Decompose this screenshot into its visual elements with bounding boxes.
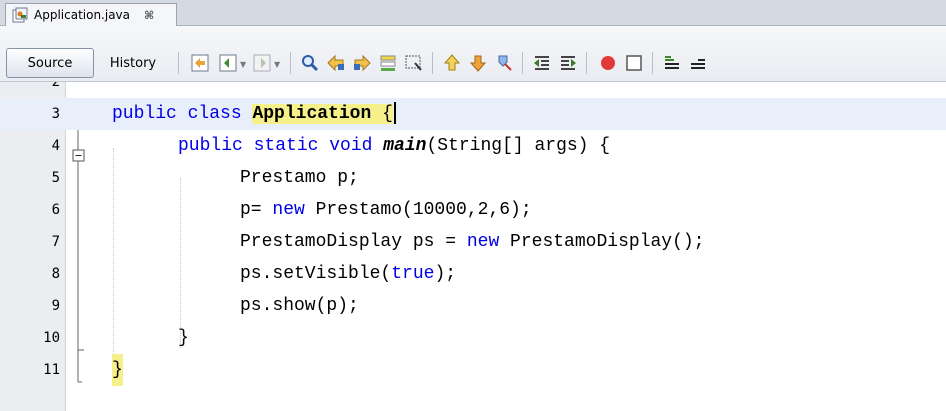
line-number: 7: [51, 234, 60, 250]
line-number: 5: [51, 170, 60, 186]
code-text: (String[] args) {: [426, 136, 611, 156]
code-keyword: public static void: [178, 136, 384, 156]
history-button[interactable]: History: [98, 48, 168, 78]
code-keyword: new: [272, 200, 305, 220]
text-caret: [393, 102, 396, 125]
code-keyword: new: [466, 232, 500, 252]
find-next-icon[interactable]: [352, 53, 372, 73]
brace-match: {: [371, 104, 393, 124]
code-text: Prestamo p;: [240, 168, 359, 188]
line-number: 2: [51, 82, 60, 90]
next-bookmark-icon[interactable]: [468, 53, 488, 73]
code-line[interactable]: 4 public static void main(String[] args)…: [0, 130, 946, 162]
code-line[interactable]: 6 p= new Prestamo(10000,2,6);: [0, 194, 946, 226]
code-editor[interactable]: 2 3 public class Application { 4 public …: [0, 82, 946, 411]
code-line[interactable]: 7 PrestamoDisplay ps = new PrestamoDispl…: [0, 226, 946, 258]
toggle-highlight-icon[interactable]: [378, 53, 398, 73]
last-edit-icon[interactable]: [190, 53, 210, 73]
chevron-down-icon[interactable]: ▼: [240, 60, 246, 69]
find-previous-icon[interactable]: [326, 53, 346, 73]
shift-left-icon[interactable]: [532, 53, 552, 73]
code-text: );: [434, 264, 457, 284]
line-number: 11: [43, 362, 60, 378]
code-line[interactable]: 9 ps.show(p);: [0, 290, 946, 322]
method-name: main: [383, 136, 427, 156]
line-number: 3: [51, 106, 60, 122]
code-line[interactable]: 10 }: [0, 322, 946, 354]
code-text: }: [178, 328, 189, 348]
find-selection-icon[interactable]: [404, 53, 424, 73]
toolbar-separator: [432, 52, 433, 74]
java-file-icon: [12, 7, 28, 23]
toggle-bookmark-icon[interactable]: [494, 53, 514, 73]
uncomment-icon[interactable]: [688, 53, 708, 73]
shift-right-icon[interactable]: [558, 53, 578, 73]
back-icon[interactable]: [218, 53, 238, 73]
editor-tab-bar: Application.java ⌘: [0, 0, 946, 26]
line-number: 9: [51, 298, 60, 314]
editor-toolbar: Source History ▼ ▼: [0, 26, 946, 82]
code-text: ps.setVisible(: [240, 264, 392, 284]
toolbar-separator: [178, 52, 179, 74]
find-icon[interactable]: [300, 53, 320, 73]
code-line[interactable]: 11 }: [0, 354, 946, 386]
source-button[interactable]: Source: [6, 48, 94, 78]
stop-macro-icon[interactable]: [624, 53, 644, 73]
close-icon[interactable]: ⌘: [144, 9, 154, 22]
code-line-current[interactable]: 3 public class Application {: [0, 98, 946, 130]
code-line[interactable]: 2: [0, 82, 946, 98]
previous-bookmark-icon[interactable]: [442, 53, 462, 73]
code-line[interactable]: 5 Prestamo p;: [0, 162, 946, 194]
forward-icon[interactable]: [252, 53, 272, 73]
code-keyword: true: [391, 264, 435, 284]
comment-icon[interactable]: [662, 53, 682, 73]
toolbar-separator: [652, 52, 653, 74]
line-number: 10: [43, 330, 60, 346]
class-name-highlighted: Application: [252, 104, 372, 124]
code-line[interactable]: 8 ps.setVisible(true);: [0, 258, 946, 290]
line-number: 4: [51, 138, 60, 154]
toolbar-separator: [290, 52, 291, 74]
tab-application-java[interactable]: Application.java ⌘: [5, 3, 177, 26]
start-macro-icon[interactable]: [598, 53, 618, 73]
code-text: PrestamoDisplay ps =: [240, 232, 467, 252]
code-text: Prestamo(10000,2,6);: [304, 200, 532, 220]
brace-match: }: [112, 354, 123, 386]
toolbar-separator: [522, 52, 523, 74]
line-number: 6: [51, 202, 60, 218]
line-number: 8: [51, 266, 60, 282]
code-keyword: public class: [112, 104, 253, 124]
code-text: p=: [240, 200, 273, 220]
code-text: PrestamoDisplay();: [499, 232, 705, 252]
chevron-down-icon[interactable]: ▼: [274, 60, 280, 69]
tab-label: Application.java: [34, 8, 131, 22]
code-text: ps.show(p);: [240, 296, 359, 316]
toolbar-separator: [586, 52, 587, 74]
